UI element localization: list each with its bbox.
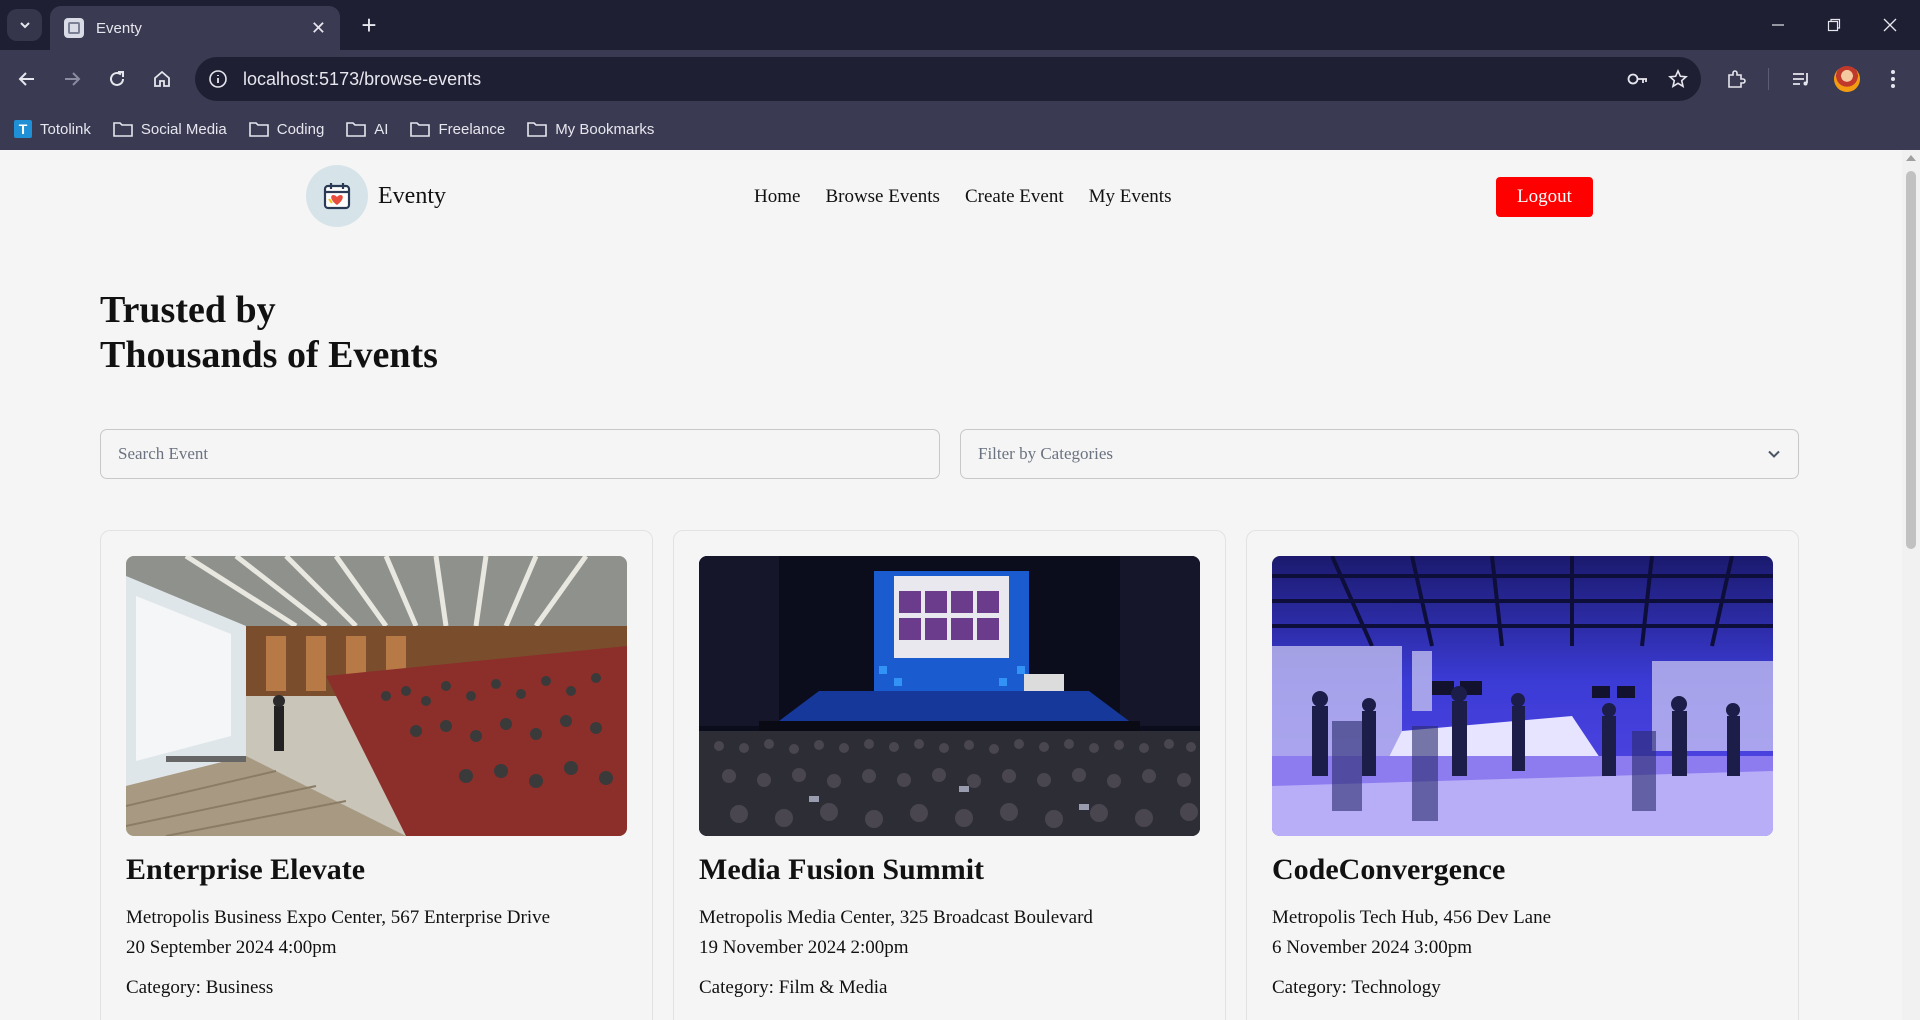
event-category-value: Film & Media xyxy=(778,977,888,998)
page-scrollbar[interactable] xyxy=(1902,150,1920,1020)
browser-tab-bar: Eventy ✕ + xyxy=(0,0,1920,50)
url-text[interactable]: localhost:5173/browse-events xyxy=(243,69,1621,90)
profile-avatar-button[interactable] xyxy=(1830,62,1864,96)
media-control-button[interactable] xyxy=(1784,62,1818,96)
nav-link-my-events[interactable]: My Events xyxy=(1089,186,1172,208)
bookmarks-bar: T Totolink Social Media Coding AI Freela… xyxy=(0,108,1920,150)
event-card[interactable]: CodeConvergence Metropolis Tech Hub, 456… xyxy=(1246,530,1799,1020)
bookmark-totolink[interactable]: T Totolink xyxy=(14,120,91,138)
event-category-label: Category: xyxy=(126,977,206,998)
bookmark-folder-social-media[interactable]: Social Media xyxy=(113,121,227,138)
nav-link-home[interactable]: Home xyxy=(754,186,800,208)
filter-placeholder: Filter by Categories xyxy=(978,444,1114,463)
main-nav: Home Browse Events Create Event My Event… xyxy=(754,186,1196,208)
password-key-icon[interactable] xyxy=(1621,62,1655,96)
browser-tab-active[interactable]: Eventy ✕ xyxy=(50,6,340,50)
site-info-icon[interactable] xyxy=(205,66,231,92)
brand-name: Eventy xyxy=(378,182,446,209)
event-title: Enterprise Elevate xyxy=(126,853,366,886)
category-filter-select[interactable]: Filter by Categories xyxy=(960,429,1799,479)
folder-icon xyxy=(527,122,547,137)
event-category: Category: Business xyxy=(126,977,273,999)
folder-icon xyxy=(410,122,431,137)
page-title: Trusted by Thousands of Events xyxy=(100,288,438,378)
scrollbar-thumb[interactable] xyxy=(1906,171,1916,549)
arrow-left-icon xyxy=(18,72,34,86)
kebab-menu-icon xyxy=(1891,70,1895,88)
event-location: Metropolis Media Center, 325 Broadcast B… xyxy=(699,907,1093,928)
event-location: Metropolis Tech Hub, 456 Dev Lane xyxy=(1272,907,1552,928)
logo-icon xyxy=(306,165,368,227)
event-image-lecture-hall xyxy=(126,556,627,836)
event-category: Category: Technology xyxy=(1272,977,1441,999)
playlist-icon xyxy=(1793,73,1808,86)
event-datetime: 6 November 2024 3:00pm xyxy=(1272,937,1473,958)
tab-close-icon[interactable]: ✕ xyxy=(311,18,326,39)
nav-link-browse-events[interactable]: Browse Events xyxy=(825,186,940,208)
event-card[interactable]: Media Fusion Summit Metropolis Media Cen… xyxy=(673,530,1226,1020)
event-category-label: Category: xyxy=(699,977,779,998)
folder-icon xyxy=(248,122,269,137)
close-window-button[interactable] xyxy=(1862,0,1918,50)
folder-icon xyxy=(346,122,367,137)
bookmark-folder-freelance[interactable]: Freelance xyxy=(410,121,505,138)
bookmark-star-icon[interactable] xyxy=(1661,62,1695,96)
event-image-tech-expo xyxy=(1272,556,1773,836)
nav-link-create-event[interactable]: Create Event xyxy=(965,186,1064,208)
event-datetime: 19 November 2024 2:00pm xyxy=(699,937,909,958)
page-viewport: Eventy Home Browse Events Create Event M… xyxy=(0,150,1902,1020)
event-category-label: Category: xyxy=(1272,977,1352,998)
brand-logo-link[interactable]: Eventy xyxy=(306,165,446,227)
minimize-icon xyxy=(1772,24,1784,26)
event-location: Metropolis Business Expo Center, 567 Ent… xyxy=(126,907,551,928)
bookmark-folder-coding[interactable]: Coding xyxy=(248,121,324,138)
site-favicon-icon xyxy=(64,18,84,38)
hero-line-2: Thousands of Events xyxy=(100,334,438,376)
home-icon xyxy=(154,70,170,87)
reload-icon xyxy=(110,71,124,86)
bookmark-folder-my-bookmarks[interactable]: My Bookmarks xyxy=(527,121,654,138)
search-input[interactable] xyxy=(100,429,940,479)
minimize-window-button[interactable] xyxy=(1750,0,1806,50)
event-category: Category: Film & Media xyxy=(699,977,887,999)
arrow-right-icon xyxy=(65,72,81,86)
chevron-down-icon xyxy=(19,22,30,29)
scroll-up-arrow-icon[interactable] xyxy=(1906,155,1916,161)
folder-icon xyxy=(113,122,133,137)
tab-search-button[interactable] xyxy=(7,9,42,41)
site-header: Eventy Home Browse Events Create Event M… xyxy=(0,150,1902,246)
hero-line-1: Trusted by xyxy=(100,289,276,331)
browser-toolbar: localhost:5173/browse-events xyxy=(0,50,1920,108)
tab-title: Eventy xyxy=(96,19,142,37)
event-title: Media Fusion Summit xyxy=(699,853,985,886)
bookmark-folder-ai[interactable]: AI xyxy=(346,121,388,138)
totolink-icon: T xyxy=(14,120,32,138)
logout-button[interactable]: Logout xyxy=(1496,177,1593,217)
new-tab-button[interactable]: + xyxy=(352,8,386,42)
restore-icon xyxy=(1827,18,1841,32)
back-button[interactable] xyxy=(10,62,44,96)
event-category-value: Business xyxy=(205,977,274,998)
avatar xyxy=(1834,66,1860,92)
close-icon xyxy=(1883,18,1897,32)
toolbar-separator xyxy=(1768,68,1769,90)
reload-button[interactable] xyxy=(100,62,134,96)
event-category-value: Technology xyxy=(1351,977,1441,998)
extensions-button[interactable] xyxy=(1719,62,1753,96)
event-datetime: 20 September 2024 4:00pm xyxy=(126,937,337,958)
event-title: CodeConvergence xyxy=(1272,853,1506,886)
home-button[interactable] xyxy=(145,62,179,96)
forward-button[interactable] xyxy=(55,62,89,96)
event-image-conference-stage xyxy=(699,556,1200,836)
address-bar[interactable]: localhost:5173/browse-events xyxy=(195,57,1701,101)
browser-menu-button[interactable] xyxy=(1876,62,1910,96)
chevron-down-icon xyxy=(1768,450,1780,458)
puzzle-icon xyxy=(1728,70,1746,88)
restore-window-button[interactable] xyxy=(1806,0,1862,50)
event-card[interactable]: Enterprise Elevate Metropolis Business E… xyxy=(100,530,653,1020)
